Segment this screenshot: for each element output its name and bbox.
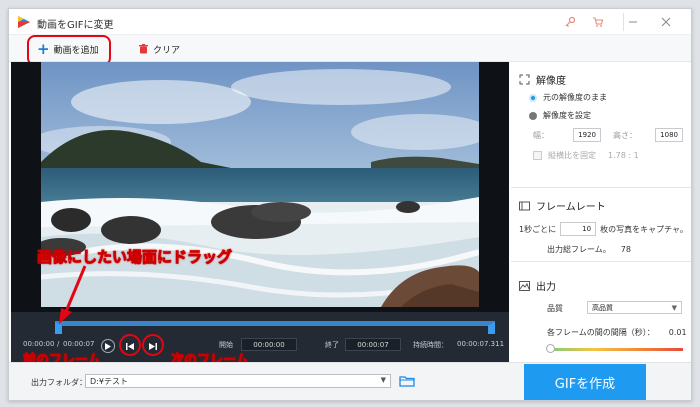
window-title: 動画をGIFに変更 (37, 20, 114, 31)
fps-suffix: 枚の写真をキャプチャ。 (600, 224, 688, 234)
bottom-bar: 出力フォルダ： D:¥テスト ▼ GIFを作成 (9, 362, 691, 400)
settings-panel: 解像度 元の解像度のまま 解像度を設定 幅： 1920 高さ： 1080 縦横比… (511, 62, 691, 362)
interval-label: 各フレームの間の間隔（秒）： (547, 328, 655, 337)
image-icon (519, 280, 530, 291)
clear-button[interactable]: クリア (139, 40, 180, 58)
total-frames-row: 出力総フレーム。 78 (547, 244, 631, 255)
width-label: 幅： (533, 131, 549, 140)
quality-row: 品質 (547, 303, 563, 314)
resize-icon (519, 74, 530, 85)
fps-row: 1秒ごとに 10 枚の写真をキャプチャ。 (519, 222, 688, 236)
app-window: 動画をGIFに変更 + 動画を追加 クリア 00:00:00 / 00:00:0… (8, 8, 692, 401)
checkbox-icon (533, 151, 542, 160)
drag-hint-arrow (59, 265, 87, 324)
output-section: 出力 品質 高品質 ▼ 各フレームの間の間隔（秒）： 0.01 (511, 262, 691, 362)
quality-select[interactable]: 高品質 ▼ (587, 301, 682, 314)
framerate-title: フレームレート (536, 202, 606, 213)
height-label: 高さ： (613, 131, 637, 140)
duration-value: 00:00:07.311 (457, 340, 505, 348)
prev-frame-highlight (119, 334, 141, 356)
interval-row: 各フレームの間の間隔（秒）： 0.01 (547, 327, 687, 338)
interval-slider[interactable] (549, 348, 683, 351)
end-time-input[interactable]: 00:00:07 (345, 338, 401, 351)
cart-icon[interactable] (589, 13, 607, 31)
set-resolution-option[interactable]: 解像度を設定 (529, 110, 591, 121)
resolution-section: 解像度 元の解像度のまま 解像度を設定 幅： 1920 高さ： 1080 縦横比… (511, 62, 691, 188)
end-label: 終了 (325, 341, 339, 349)
width-row: 幅： (533, 130, 549, 141)
video-player: 00:00:00 / 00:00:07 開始 00:00:00 終了 00:00… (11, 62, 509, 368)
duration-label: 持続時間： (413, 341, 448, 349)
start-time-input[interactable]: 00:00:00 (241, 338, 297, 351)
trash-icon (139, 44, 148, 54)
height-row: 高さ： (613, 130, 637, 141)
title-bar: 動画をGIFに変更 (9, 9, 691, 35)
output-folder-value: D:¥テスト (90, 377, 128, 386)
set-resolution-label: 解像度を設定 (543, 111, 591, 120)
framerate-header: フレームレート (519, 198, 606, 213)
minimize-button[interactable] (623, 13, 641, 31)
close-button[interactable] (657, 13, 675, 31)
app-logo-icon (18, 16, 30, 28)
folder-icon[interactable] (399, 374, 415, 388)
total-frames-label: 出力総フレーム。 (547, 245, 611, 254)
height-input[interactable]: 1080 (655, 128, 683, 142)
current-time: 00:00:00 (23, 340, 55, 348)
output-header: 出力 (519, 278, 556, 293)
keep-original-option[interactable]: 元の解像度のまま (529, 92, 607, 103)
video-preview[interactable] (41, 62, 479, 307)
play-icon (105, 342, 111, 350)
total-time: 00:00:07 (63, 340, 95, 348)
next-frame-highlight (142, 334, 164, 356)
fps-input[interactable]: 10 (560, 222, 597, 236)
time-separator: / (57, 340, 60, 348)
timeline-track[interactable] (55, 321, 495, 326)
radio-selected-icon (529, 93, 537, 102)
play-button[interactable] (101, 339, 115, 353)
total-frames-value: 78 (620, 245, 631, 254)
resolution-title: 解像度 (536, 76, 566, 87)
output-title: 出力 (536, 282, 556, 293)
clear-label: クリア (153, 45, 181, 56)
width-input[interactable]: 1920 (573, 128, 601, 142)
interval-slider-knob[interactable] (546, 344, 555, 353)
radio-icon (529, 111, 537, 120)
key-icon[interactable] (561, 13, 579, 31)
create-gif-button[interactable]: GIFを作成 (524, 364, 646, 400)
output-folder-label: 出力フォルダ： (31, 378, 87, 387)
chevron-down-icon: ▼ (671, 304, 677, 312)
framerate-section: フレームレート 1秒ごとに 10 枚の写真をキャプチャ。 出力総フレーム。 78 (511, 188, 691, 262)
resolution-header: 解像度 (519, 72, 566, 87)
film-icon (519, 201, 530, 210)
interval-value: 0.01 (668, 328, 687, 337)
keep-ratio-option[interactable]: 縦横比を固定 1.78 : 1 (533, 150, 639, 161)
fps-prefix: 1秒ごとに (519, 224, 557, 234)
ratio-value: 1.78 : 1 (608, 151, 639, 160)
chevron-down-icon: ▼ (380, 376, 386, 384)
quality-label: 品質 (547, 304, 563, 313)
keep-ratio-label: 縦横比を固定 (548, 151, 596, 160)
output-folder-select[interactable]: D:¥テスト ▼ (85, 374, 391, 388)
keep-original-label: 元の解像度のまま (543, 93, 607, 102)
quality-value: 高品質 (592, 304, 613, 312)
